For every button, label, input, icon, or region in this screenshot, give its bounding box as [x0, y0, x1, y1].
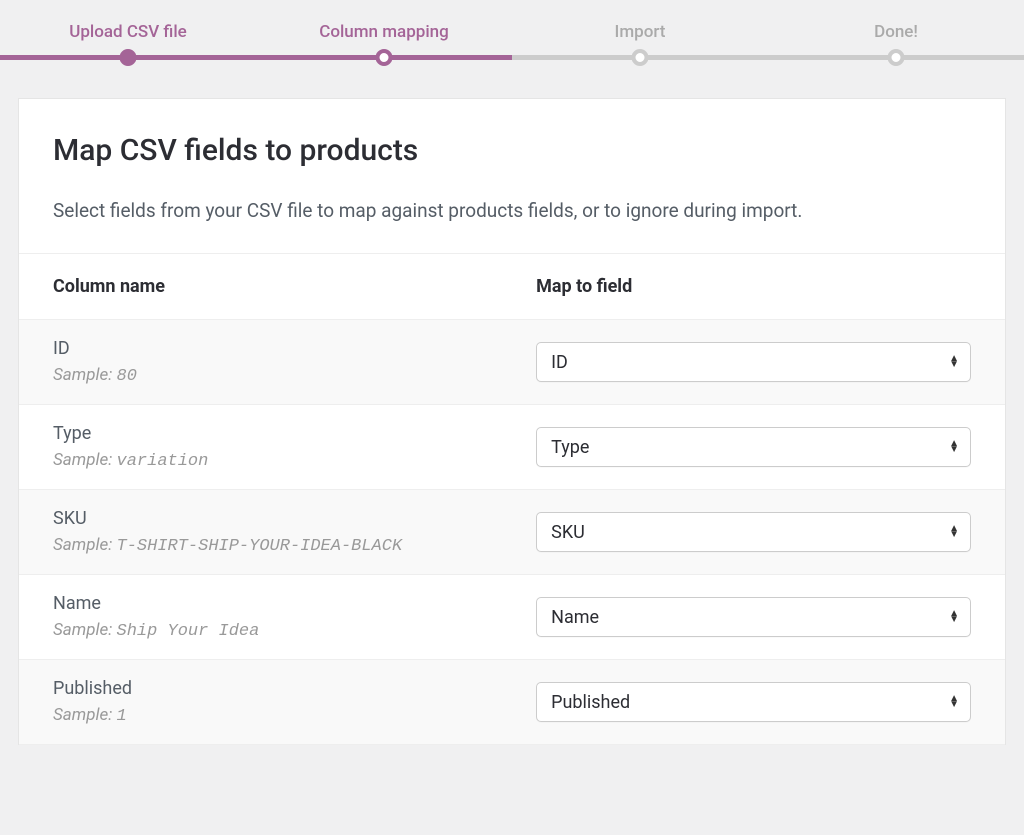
select-value: Name — [551, 607, 599, 628]
table-row: Type Sample: variation Type ▲▼ — [19, 405, 1005, 490]
map-select[interactable]: Published ▲▼ — [536, 682, 971, 722]
table-row: ID Sample: 80 ID ▲▼ — [19, 320, 1005, 405]
map-select[interactable]: SKU ▲▼ — [536, 512, 971, 552]
step-done: Done! — [768, 0, 1024, 70]
mapping-card: Map CSV fields to products Select fields… — [18, 98, 1006, 745]
step-import: Import — [512, 0, 768, 70]
select-value: Published — [551, 692, 630, 713]
col-header-name: Column name — [19, 254, 502, 320]
table-row: Published Sample: 1 Published ▲▼ — [19, 660, 1005, 745]
step-dot-icon — [120, 49, 137, 66]
card-header: Map CSV fields to products Select fields… — [19, 99, 1005, 254]
page-description: Select fields from your CSV file to map … — [53, 196, 971, 225]
step-dot-icon — [376, 49, 393, 66]
column-sample: Sample: 80 — [53, 365, 468, 386]
progress-stepper: Upload CSV file Column mapping Import Do… — [0, 0, 1024, 70]
column-name: Published — [53, 678, 468, 699]
table-row: Name Sample: Ship Your Idea Name ▲▼ — [19, 575, 1005, 660]
mapping-table: Column name Map to field ID Sample: 80 I… — [19, 254, 1005, 745]
step-upload-csv[interactable]: Upload CSV file — [0, 0, 256, 70]
table-row: SKU Sample: T-SHIRT-SHIP-YOUR-IDEA-BLACK… — [19, 490, 1005, 575]
column-name: Name — [53, 593, 468, 614]
column-name: SKU — [53, 508, 468, 529]
select-value: SKU — [551, 522, 585, 543]
column-name: Type — [53, 423, 468, 444]
step-dot-icon — [888, 49, 905, 66]
select-value: ID — [551, 352, 568, 373]
step-label: Import — [615, 22, 666, 42]
column-sample: Sample: Ship Your Idea — [53, 620, 468, 641]
col-header-map: Map to field — [502, 254, 1005, 320]
map-select[interactable]: Name ▲▼ — [536, 597, 971, 637]
step-label: Upload CSV file — [69, 22, 187, 42]
step-label: Column mapping — [319, 22, 449, 42]
select-value: Type — [551, 437, 589, 458]
column-sample: Sample: variation — [53, 450, 468, 471]
page-title: Map CSV fields to products — [53, 133, 971, 168]
step-label: Done! — [874, 22, 918, 42]
column-name: ID — [53, 338, 468, 359]
map-select[interactable]: ID ▲▼ — [536, 342, 971, 382]
column-sample: Sample: 1 — [53, 705, 468, 726]
step-column-mapping[interactable]: Column mapping — [256, 0, 512, 70]
step-dot-icon — [632, 49, 649, 66]
map-select[interactable]: Type ▲▼ — [536, 427, 971, 467]
column-sample: Sample: T-SHIRT-SHIP-YOUR-IDEA-BLACK — [53, 535, 468, 556]
